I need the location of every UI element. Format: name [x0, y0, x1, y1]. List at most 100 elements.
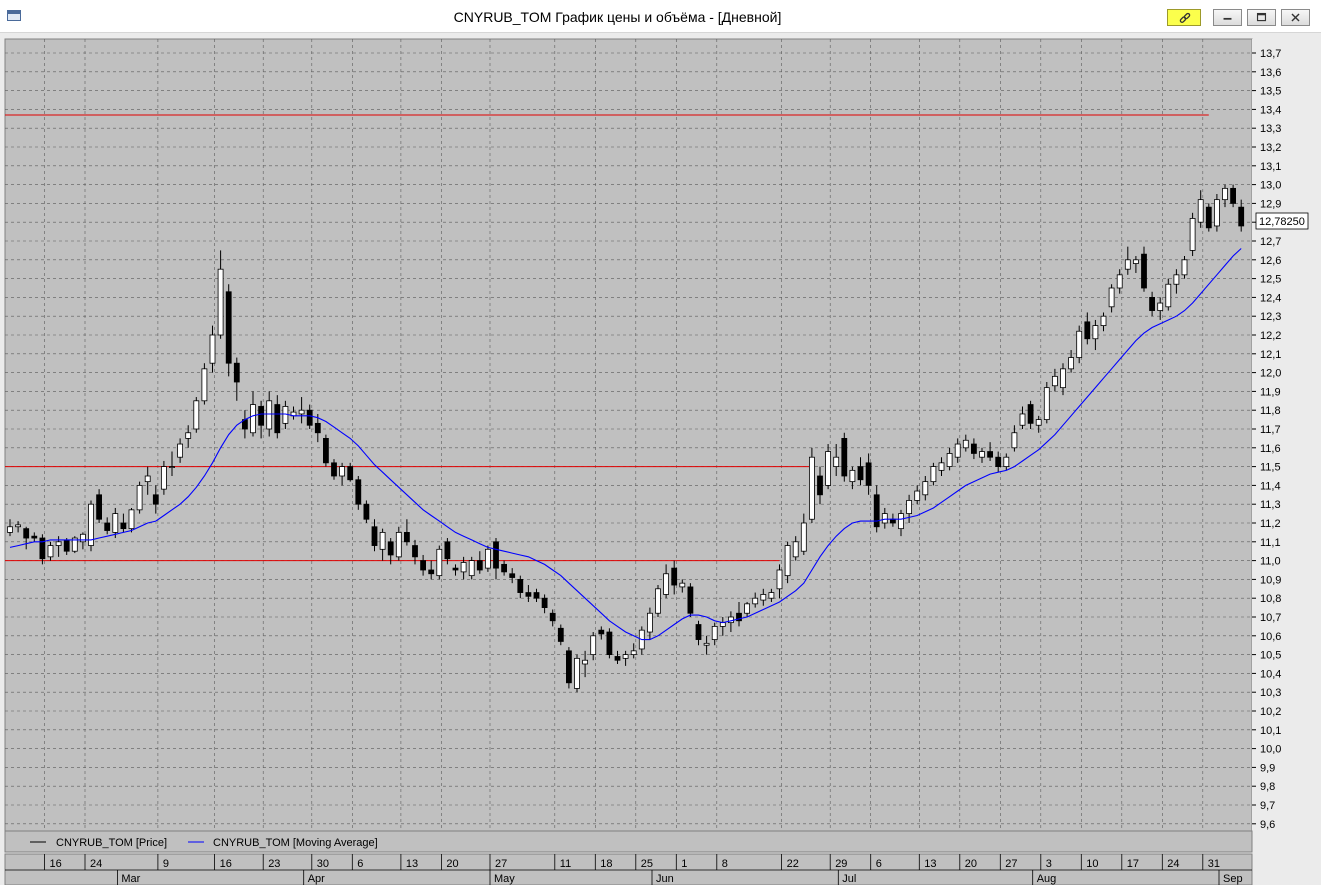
x-day-label: 27 [495, 858, 507, 870]
x-month-label: Sep [1223, 873, 1243, 885]
candle-body [1238, 206, 1245, 227]
y-tick-label: 12,9 [1260, 198, 1281, 210]
x-day-label: 17 [1127, 858, 1139, 870]
candle-body [476, 560, 483, 571]
legend-ma-label: CNYRUB_TOM [Moving Average] [213, 837, 378, 849]
candle-body [1222, 187, 1228, 201]
plot-area[interactable] [4, 38, 1253, 832]
x-day-label: 22 [787, 858, 799, 870]
candle-body [169, 466, 175, 469]
candle-body [1003, 456, 1010, 468]
candle-body [582, 659, 588, 665]
y-tick-label: 11,4 [1260, 480, 1281, 492]
candle-body [1011, 432, 1018, 449]
candle-body [614, 656, 621, 661]
candle-body [258, 406, 265, 426]
minimize-button[interactable] [1213, 9, 1242, 26]
y-tick-label: 10,8 [1260, 593, 1281, 605]
candle-body [663, 573, 669, 595]
maximize-button[interactable] [1247, 9, 1276, 26]
candle-body [501, 563, 508, 573]
candle-body [1035, 419, 1042, 426]
y-tick-label: 10,5 [1260, 650, 1281, 662]
candle-body [533, 592, 540, 599]
candle-body [509, 573, 516, 578]
candle-body [768, 592, 775, 599]
x-day-label: 8 [722, 858, 728, 870]
candle-body [1124, 259, 1131, 270]
candle-body [460, 562, 467, 573]
y-tick-label: 9,9 [1260, 762, 1275, 774]
candle-body [444, 541, 451, 560]
x-month-label: May [494, 873, 515, 885]
x-day-label: 6 [876, 858, 882, 870]
y-tick-label: 10,4 [1260, 668, 1281, 680]
x-day-label: 24 [90, 858, 102, 870]
y-tick-label: 10,1 [1260, 725, 1281, 737]
x-day-label: 10 [1086, 858, 1098, 870]
y-tick-label: 9,6 [1260, 819, 1275, 831]
candle-body [1027, 404, 1034, 424]
candle-body [817, 475, 823, 496]
candle-body [15, 524, 22, 528]
candle-body [606, 631, 613, 655]
price-chart[interactable]: 13,713,613,513,413,313,213,113,012,912,8… [0, 33, 1321, 885]
candle-body [541, 597, 548, 609]
candle-body [1092, 325, 1099, 340]
candle-body [468, 560, 475, 577]
y-tick-label: 12,5 [1260, 274, 1281, 286]
candle-body [914, 490, 921, 501]
y-tick-label: 11,5 [1260, 462, 1281, 474]
x-axis[interactable] [4, 853, 1253, 885]
candle-body [484, 548, 491, 569]
candle-body [971, 443, 977, 454]
candle-body [436, 548, 443, 577]
candle-body [420, 560, 427, 571]
candle-body [979, 451, 985, 458]
y-tick-label: 11,6 [1260, 443, 1281, 455]
candle-body [703, 642, 710, 646]
y-tick-label: 11,1 [1260, 537, 1281, 549]
y-tick-label: 13,5 [1260, 86, 1281, 98]
candle-body [630, 650, 637, 656]
candle-body [314, 422, 321, 434]
candle-body [1214, 199, 1220, 227]
y-tick-label: 10,6 [1260, 631, 1281, 643]
link-button[interactable] [1167, 9, 1201, 26]
y-tick-label: 11,9 [1260, 386, 1281, 398]
x-day-label: 30 [317, 858, 329, 870]
candle-body [96, 494, 102, 520]
candle-body [209, 334, 216, 364]
y-tick-label: 12,7 [1260, 236, 1281, 248]
x-day-label: 20 [446, 858, 458, 870]
x-day-label: 25 [641, 858, 653, 870]
candle-body [857, 466, 864, 481]
y-tick-label: 11,3 [1260, 499, 1281, 511]
candle-body [962, 439, 969, 449]
link-icon [1179, 12, 1191, 23]
y-tick-label: 9,7 [1260, 800, 1275, 812]
candle-body [938, 462, 945, 471]
candle-body [177, 443, 184, 458]
x-day-label: 27 [1005, 858, 1017, 870]
candle-body [898, 513, 904, 530]
candle-body [784, 545, 791, 577]
x-day-label: 24 [1167, 858, 1179, 870]
candle-body [711, 626, 718, 640]
x-day-label: 29 [835, 858, 847, 870]
candle-body [922, 481, 929, 496]
x-day-label: 11 [560, 858, 571, 870]
candle-body [1205, 206, 1212, 229]
candle-body [452, 567, 459, 571]
y-tick-label: 11,8 [1260, 405, 1281, 417]
window-title: CNYRUB_TOM График цены и объёма - [Дневн… [453, 9, 782, 25]
y-tick-label: 12,2 [1260, 330, 1281, 342]
close-button[interactable] [1281, 9, 1310, 26]
candle-body [233, 362, 240, 383]
candle-body [1043, 387, 1050, 421]
candle-body [647, 612, 653, 633]
x-day-label: 9 [163, 858, 169, 870]
candle-body [906, 500, 912, 515]
candle-body [1108, 287, 1115, 308]
y-tick-label: 11,0 [1260, 556, 1281, 568]
